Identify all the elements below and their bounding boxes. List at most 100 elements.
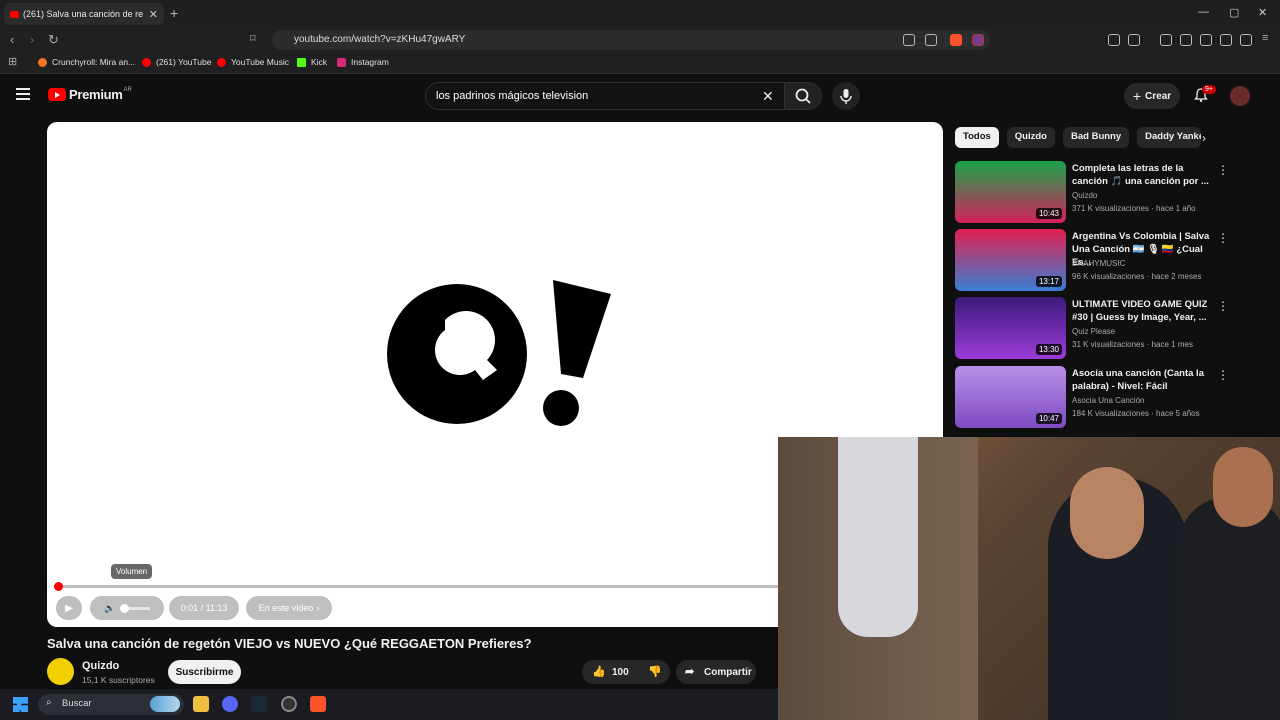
recommendation-meta: 31 K visualizaciones · hace 1 mes	[1072, 340, 1193, 349]
volume-slider-handle[interactable]	[119, 603, 129, 613]
extensions-icon[interactable]	[1108, 34, 1120, 46]
volume-icon: 🔈	[104, 602, 116, 613]
forward-icon[interactable]: ›	[30, 32, 34, 47]
discord-icon[interactable]	[222, 696, 238, 712]
time-display: 0:01 / 11:13	[169, 596, 239, 620]
video-thumbnail[interactable]: 10:47	[955, 366, 1066, 428]
windows-start-icon[interactable]	[13, 697, 28, 712]
minimize-icon[interactable]: —	[1198, 6, 1209, 18]
recommendation-item[interactable]: 13:30 ULTIMATE VIDEO GAME QUIZ #30 | Gue…	[955, 297, 1260, 359]
webcam-person-right	[1178, 497, 1280, 720]
sidebar-icon[interactable]	[1180, 34, 1192, 46]
video-title: Salva una canción de regetón VIEJO vs NU…	[47, 636, 532, 651]
search-input[interactable]: los padrinos mágicos television	[425, 82, 785, 110]
leo-ai-icon[interactable]	[1220, 34, 1232, 46]
chip-quizdo[interactable]: Quizdo	[1006, 127, 1055, 148]
more-actions-icon[interactable]: ⋮	[1217, 231, 1229, 245]
reload-icon[interactable]: ↻	[48, 32, 59, 48]
youtube-icon	[142, 57, 151, 67]
subscriber-count: 15,1 K suscriptores	[82, 675, 155, 685]
chips-next-icon[interactable]: ›	[1202, 131, 1206, 145]
maximize-icon[interactable]: ▢	[1229, 6, 1239, 19]
recommendation-item[interactable]: 10:43 Completa las letras de la canción …	[955, 161, 1260, 223]
volume-control[interactable]: 🔈	[90, 596, 164, 620]
browser-tab-active[interactable]: (261) Salva una canción de re ✕	[4, 3, 164, 25]
cast-icon[interactable]	[903, 34, 915, 46]
file-explorer-icon[interactable]	[193, 696, 209, 712]
bookmark-crunchyroll[interactable]: Crunchyroll: Mira an...	[38, 57, 135, 67]
country-code: AR	[123, 86, 132, 93]
recommendation-channel[interactable]: Quizdo	[1072, 191, 1097, 200]
volume-tooltip: Volumen	[111, 564, 153, 579]
voice-search-button[interactable]	[832, 82, 860, 110]
channel-avatar[interactable]	[47, 658, 74, 685]
seek-handle[interactable]	[54, 582, 63, 591]
bookmark-kick[interactable]: Kick	[297, 57, 327, 67]
channel-name[interactable]: Quizdo	[82, 660, 119, 672]
recommendation-title[interactable]: Completa las letras de la canción 🎵 una …	[1072, 162, 1212, 188]
more-actions-icon[interactable]: ⋮	[1217, 163, 1229, 177]
duration-badge: 13:17	[1035, 276, 1062, 287]
recommendation-channel[interactable]: Quiz Please	[1072, 327, 1115, 336]
vpn-icon[interactable]	[1240, 34, 1252, 46]
bookmark-icon[interactable]: ⌑	[250, 32, 256, 45]
instagram-icon	[337, 57, 346, 67]
like-button[interactable]: 👍 100 👎	[582, 660, 670, 684]
clear-search-icon[interactable]: ✕	[762, 88, 774, 105]
menu-icon[interactable]: ≡	[1262, 32, 1268, 44]
search-button[interactable]	[784, 82, 822, 110]
recommendation-item[interactable]: 10:47 Asocia una canción (Canta la palab…	[955, 366, 1260, 428]
media-icon[interactable]	[1160, 34, 1172, 46]
create-button[interactable]: + Crear	[1124, 83, 1180, 109]
logo-text: Premium	[69, 87, 123, 102]
video-thumbnail[interactable]: 13:30	[955, 297, 1066, 359]
url-field[interactable]: youtube.com/watch?v=zKHu47gwARY	[272, 30, 990, 50]
recommendation-channel[interactable]: Asocia Una Canción	[1072, 396, 1144, 405]
bookmark-youtube-music[interactable]: YouTube Music	[217, 57, 289, 67]
tab-title: (261) Salva una canción de re	[23, 9, 144, 19]
play-button[interactable]: ▶	[56, 596, 82, 620]
new-tab-button[interactable]: +	[170, 5, 178, 21]
share-icon: ➦	[685, 666, 695, 678]
bookmark-youtube[interactable]: (261) YouTube	[142, 57, 211, 67]
chapters-button[interactable]: En este video ›	[246, 596, 332, 620]
bookmark-instagram[interactable]: Instagram	[337, 57, 389, 67]
back-icon[interactable]: ‹	[10, 32, 14, 47]
wallet-icon[interactable]	[1200, 34, 1212, 46]
tab-search-icon[interactable]	[1128, 34, 1140, 46]
create-label: Crear	[1145, 90, 1172, 102]
share-button[interactable]: ➦ Compartir	[676, 660, 756, 684]
steam-icon[interactable]	[251, 696, 267, 712]
recommendation-item[interactable]: 13:17 Argentina Vs Colombia | Salva Una …	[955, 229, 1260, 291]
youtube-premium-logo[interactable]: Premium AR	[48, 87, 132, 102]
share-page-icon[interactable]	[925, 34, 937, 46]
video-thumbnail[interactable]: 13:17	[955, 229, 1066, 291]
search-value: los padrinos mágicos television	[436, 90, 589, 102]
widgets-icon[interactable]	[150, 696, 180, 712]
guide-menu-icon[interactable]	[16, 88, 30, 103]
thumbs-down-icon[interactable]: 👎	[648, 665, 662, 678]
chip-bad-bunny[interactable]: Bad Bunny	[1063, 127, 1130, 148]
notification-count-badge: 9+	[1202, 85, 1216, 94]
chip-daddy-yankee[interactable]: Daddy Yankee	[1137, 127, 1202, 148]
brave-rewards-icon[interactable]	[972, 34, 984, 46]
apps-grid-icon[interactable]: ⊞	[8, 55, 17, 68]
close-window-icon[interactable]: ✕	[1258, 6, 1267, 19]
brave-shields-icon[interactable]	[950, 34, 962, 46]
subscribe-button[interactable]: Suscribirme	[168, 660, 241, 684]
obs-icon[interactable]	[281, 696, 297, 712]
recommendation-title[interactable]: Asocia una canción (Canta la palabra) - …	[1072, 367, 1212, 393]
volume-slider[interactable]	[119, 603, 150, 613]
close-tab-icon[interactable]: ✕	[149, 8, 158, 21]
recommendation-channel[interactable]: BRAHYMUSIC	[1072, 259, 1125, 268]
duration-badge: 10:43	[1035, 208, 1062, 219]
account-avatar[interactable]	[1230, 86, 1250, 106]
brave-browser-icon[interactable]	[310, 696, 326, 712]
recommendation-title[interactable]: ULTIMATE VIDEO GAME QUIZ #30 | Guess by …	[1072, 298, 1212, 324]
more-actions-icon[interactable]: ⋮	[1217, 368, 1229, 382]
recommendation-meta: 371 K visualizaciones · hace 1 año	[1072, 204, 1196, 213]
chip-todos[interactable]: Todos	[955, 127, 999, 148]
more-actions-icon[interactable]: ⋮	[1217, 299, 1229, 313]
duration-badge: 10:47	[1035, 413, 1062, 424]
video-thumbnail[interactable]: 10:43	[955, 161, 1066, 223]
